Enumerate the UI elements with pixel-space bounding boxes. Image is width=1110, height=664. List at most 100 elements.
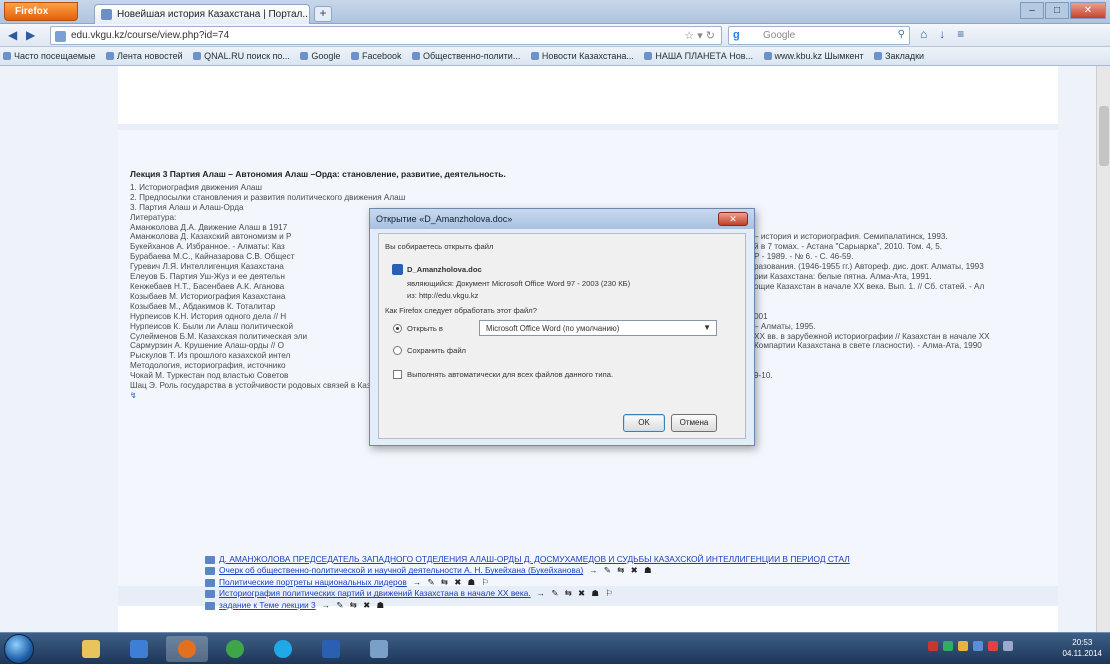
literature-item-start: Козыбаев М. Историография Казахстана: [130, 291, 286, 301]
minimize-button[interactable]: –: [1020, 2, 1044, 19]
open-with-label: Открыть в: [407, 324, 443, 333]
literature-item-start: Аманжолова Д.А. Движение Алаш в 1917: [130, 222, 288, 232]
literature-item-start: Гуревич Л.Я. Интеллигенция Казахстана: [130, 262, 284, 272]
system-tray: [928, 641, 1013, 651]
toolbar-icons: ⌂ ↓ ≡: [920, 27, 964, 41]
navigation-bar: ◀ ▶ edu.vkgu.kz/course/view.php?id=74 ☆ …: [0, 24, 1110, 47]
resource-link[interactable]: Очерк об общественно-политической и науч…: [219, 565, 583, 575]
tab-favicon-icon: [101, 9, 112, 20]
bookmark-item[interactable]: Закладки: [871, 47, 929, 61]
url-text: edu.vkgu.kz/course/view.php?id=74: [71, 30, 230, 41]
literature-item-end: – Алматы, 1995.: [754, 321, 816, 331]
taskbar-firefox-icon[interactable]: [166, 636, 208, 662]
resource-item: Очерк об общественно-политической и науч…: [205, 565, 1095, 576]
literature-item-end: – история и историография. Семипалатинск…: [754, 232, 948, 242]
tray-update-icon[interactable]: [988, 641, 998, 651]
browser-titlebar: Firefox Новейшая история Казахстана | По…: [0, 0, 1110, 24]
taskbar-skype-icon[interactable]: [262, 636, 304, 662]
window-controls: – □ ✕: [1020, 2, 1106, 19]
resource-item: Историография политических партий и движ…: [205, 588, 1095, 599]
bookmark-item[interactable]: Новости Казахстана...: [528, 47, 639, 61]
bookmark-star-icon[interactable]: ☆ ▾ ↻: [684, 29, 715, 42]
menu-icon[interactable]: ≡: [957, 27, 964, 41]
literature-item-start: Чокай М. Туркестан под властью Советов: [130, 371, 289, 381]
resource-item: задание к Теме лекции 3 → ✎ ⇆ ✖ ☗: [205, 600, 1095, 611]
document-icon: [205, 601, 215, 610]
page-scrollbar[interactable]: [1096, 66, 1110, 632]
taskbar-explorer-icon[interactable]: [70, 636, 112, 662]
literature-item-end: й в 7 томах. - Астана "Сарыарка", 2010. …: [754, 242, 943, 252]
bookmark-item[interactable]: Общественно-полити...: [409, 47, 525, 61]
open-with-select[interactable]: Microsoft Office Word (по умолчанию) ▼: [479, 320, 717, 336]
literature-item-start: Бурабаева М.С., Кайназарова С.В. Общест: [130, 252, 295, 262]
literature-item-start: Аманжолова Д. Казахский автономизм и Р: [130, 232, 292, 242]
home-icon[interactable]: ⌂: [920, 27, 927, 41]
bookmark-item[interactable]: Facebook: [348, 47, 407, 61]
scrollbar-thumb[interactable]: [1099, 106, 1109, 166]
firefox-menu-button[interactable]: Firefox: [4, 2, 78, 21]
taskbar-word-icon[interactable]: [310, 636, 352, 662]
auto-action-checkbox[interactable]: [393, 370, 402, 379]
resource-link[interactable]: Политические портреты национальных лидер…: [219, 577, 407, 587]
dialog-close-button[interactable]: ✕: [718, 212, 748, 226]
literature-item-end: ощие Казахстан в начале XX века. Вып. 1.…: [754, 281, 985, 291]
bookmark-item[interactable]: Google: [297, 47, 345, 61]
forward-icon[interactable]: ▶: [26, 28, 35, 42]
tray-volume-icon[interactable]: [1003, 641, 1013, 651]
literature-item-start: Рыскулов Т. Из прошлого казахской интел: [130, 351, 291, 361]
resource-edit-actions[interactable]: → ✎ ⇆ ✖ ☗: [589, 565, 653, 575]
save-file-label: Сохранить файл: [407, 346, 466, 355]
tray-network-icon[interactable]: [943, 641, 953, 651]
outline-item: 1. Историография движения Алаш: [130, 182, 262, 192]
word-document-icon: [392, 264, 403, 275]
file-open-dialog: Открытие «D_Amanzholova.doc» ✕ Вы собира…: [369, 208, 755, 446]
literature-item-start: Елеуов Б. Партия Уш-Жуз и ее деятельн: [130, 272, 285, 282]
search-input[interactable]: g Google ⚲: [728, 26, 910, 45]
back-icon[interactable]: ◀: [8, 28, 17, 42]
bookmark-item[interactable]: НАША ПЛАНЕТА Нов...: [641, 47, 758, 61]
taskbar-clock[interactable]: 20:53 04.11.2014: [1063, 637, 1102, 659]
search-placeholder: Google: [763, 30, 796, 41]
literature-item-start: Нурпеисов К.Н. История одного дела // Н: [130, 311, 287, 321]
lecture-title: Лекция 3 Партия Алаш – Автономия Алаш –О…: [130, 169, 506, 179]
new-tab-button[interactable]: +: [314, 6, 332, 22]
bookmark-item[interactable]: QNAL.RU поиск по...: [190, 47, 295, 61]
taskbar-app-icon[interactable]: [358, 636, 400, 662]
start-button[interactable]: [4, 634, 34, 664]
literature-item-start: Кенжебаев Н.Т., Басенбаев А.К. Аганова: [130, 281, 285, 291]
taskbar-media-icon[interactable]: [118, 636, 160, 662]
tray-language-icon[interactable]: [973, 641, 983, 651]
bookmark-item[interactable]: Лента новостей: [103, 47, 188, 61]
tray-antivirus-icon[interactable]: [928, 641, 938, 651]
ok-button[interactable]: OK: [623, 414, 665, 432]
site-favicon-icon: [55, 31, 66, 42]
taskbar-chrome-icon[interactable]: [214, 636, 256, 662]
tab-active[interactable]: Новейшая история Казахстана | Портал...: [94, 4, 310, 24]
tray-app-icon[interactable]: [958, 641, 968, 651]
resource-edit-actions[interactable]: → ✎ ⇆ ✖ ☗ ⚐: [537, 588, 615, 598]
cancel-button[interactable]: Отмена: [671, 414, 717, 432]
resource-link[interactable]: Историография политических партий и движ…: [219, 588, 531, 598]
url-bar[interactable]: edu.vkgu.kz/course/view.php?id=74 ☆ ▾ ↻: [50, 26, 722, 45]
close-window-button[interactable]: ✕: [1070, 2, 1106, 19]
bookmark-item[interactable]: www.kbu.kz Шымкент: [761, 47, 869, 61]
resource-item: Политические портреты национальных лидер…: [205, 577, 1095, 588]
save-file-radio[interactable]: [393, 346, 402, 355]
literature-item-start: Сулейменов Б.М. Казахская политическая э…: [130, 331, 308, 341]
resource-edit-actions[interactable]: → ✎ ⇆ ✖ ☗: [322, 600, 386, 610]
dialog-title: Открытие «D_Amanzholova.doc»: [370, 209, 754, 229]
literature-item-end: рии Казахстана: белые пятна. Алма-Ата, 1…: [754, 272, 932, 282]
search-icon[interactable]: ⚲: [898, 29, 905, 40]
open-with-radio[interactable]: [393, 324, 402, 333]
resource-link[interactable]: задание к Теме лекции 3: [219, 600, 316, 610]
maximize-button[interactable]: □: [1045, 2, 1069, 19]
literature-item-end: XX вв. в зарубежной историографии // Каз…: [754, 331, 990, 341]
bookmark-item[interactable]: Часто посещаемые: [0, 47, 101, 61]
dialog-body: Вы собираетесь открыть файл D_Amanzholov…: [378, 233, 746, 439]
resource-link[interactable]: Д. АМАНЖОЛОВА ПРЕДСЕДАТЕЛЬ ЗАПАДНОГО ОТД…: [219, 554, 850, 564]
downloads-icon[interactable]: ↓: [939, 27, 945, 41]
resource-edit-actions[interactable]: → ✎ ⇆ ✖ ☗ ⚐: [413, 577, 491, 587]
literature-item-start: Нурпеисов К. Были ли Алаш политической: [130, 321, 294, 331]
outline-item: 2. Предпосылки становления и развития по…: [130, 192, 406, 202]
google-icon: g: [733, 29, 740, 41]
